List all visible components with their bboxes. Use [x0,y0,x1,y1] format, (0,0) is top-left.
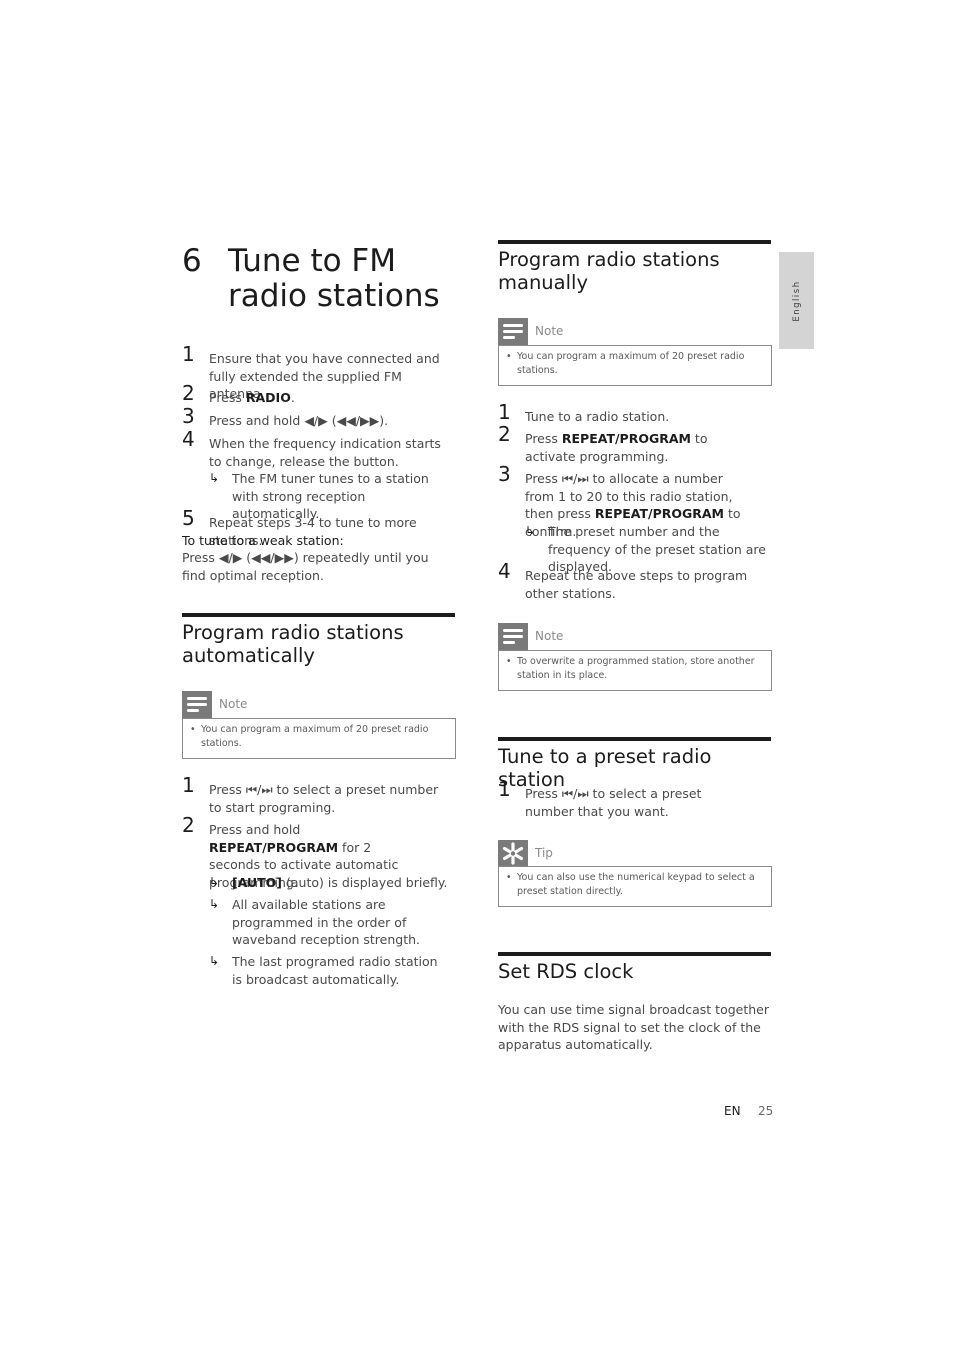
tip-text: You can also use the numerical keypad to… [517,872,755,897]
rds-heading: Set RDS clock [498,960,634,983]
note-text: To overwrite a programmed station, store… [517,656,755,681]
step-number: 4 [182,427,195,451]
step-text-pre: Press [525,431,562,446]
manual-note2-box: • To overwrite a programmed station, sto… [498,650,772,691]
chapter-number: 6 [182,243,202,279]
note-label: Note [219,697,248,711]
section-rule [498,240,771,244]
repeat-program-key: REPEAT/PROGRAM [594,506,724,521]
step-text: Repeat the above steps to program other … [525,568,748,601]
step-number: 1 [498,777,511,801]
step-text: Tune to a radio station. [525,409,670,424]
step-number: 1 [182,773,195,797]
step-number: 1 [498,400,511,424]
auto-display: [AUTO] [232,875,283,890]
result-arrow-icon: ↳ [525,524,536,538]
weak-station-text: Press ◀/▶ (◀◀/▶▶) repeatedly until you f… [182,550,429,583]
step-text-pre: Press and hold [209,822,301,837]
step-number: 1 [182,342,195,366]
rds-text: You can use time signal broadcast togeth… [498,1002,769,1052]
tip-icon [498,840,528,867]
manual-heading: Program radio stations manually [498,248,720,294]
language-tab-label: English [791,279,802,322]
footer-language: EN [724,1104,741,1118]
weak-station-label: To tune to a weak station: [182,533,344,548]
result-arrow-icon: ↳ [209,875,220,889]
tip-label: Tip [535,846,553,860]
result-text: The last programed radio station is broa… [232,954,438,987]
chapter-title: Tune to FM radio stations [228,243,440,314]
bullet-icon: • [190,724,196,735]
step-number: 4 [498,559,511,583]
section-rule [182,613,455,617]
manual-note-box: • You can program a maximum of 20 preset… [498,345,772,386]
section-rule [498,952,771,956]
step-number: 2 [182,813,195,837]
step-number: 3 [498,462,511,486]
result-text: All available stations are programmed in… [232,897,420,947]
result-text: [AUTO] (auto) is displayed briefly. [232,874,457,892]
note-icon [498,623,528,650]
bullet-icon: • [506,351,512,362]
result-arrow-icon: ↳ [209,897,220,911]
note-text: You can program a maximum of 20 preset r… [517,351,745,376]
auto-heading: Program radio stations automatically [182,621,404,667]
page-number: 25 [758,1104,774,1118]
bullet-icon: • [506,872,512,883]
auto-note-header: Note [182,691,455,718]
preset-tip-header: Tip [498,840,771,867]
bullet-icon: • [506,656,512,667]
auto-note-box: • You can program a maximum of 20 preset… [182,718,456,759]
step-text: Press ⏮/⏭ to select a preset number that… [525,786,702,819]
language-tab: English [779,252,814,349]
step-number: 2 [182,381,195,405]
radio-key: RADIO [245,390,291,405]
note-label: Note [535,324,564,338]
step-number: 3 [182,404,195,428]
repeat-program-key: REPEAT/PROGRAM [209,839,339,855]
preset-tip-box: • You can also use the numerical keypad … [498,866,772,907]
manual-note-header: Note [498,318,771,345]
repeat-program-key: REPEAT/PROGRAM [561,431,691,446]
step-text-post: . [290,390,295,405]
step-text: When the frequency indication starts to … [209,436,441,469]
note-label: Note [535,629,564,643]
result-text-rest: (auto) is displayed briefly. [282,875,448,890]
note-icon [498,318,528,345]
step-text: Press ⏮/⏭ to select a preset number to s… [209,782,439,815]
note-icon [182,691,212,718]
step-text: Press and hold ◀/▶ (◀◀/▶▶). [209,413,389,428]
step-text: Press RADIO. [209,389,295,407]
result-arrow-icon: ↳ [209,954,220,968]
step-number: 5 [182,506,195,530]
step-text-pre: Press [209,390,246,405]
section-rule [498,737,771,741]
step-number: 2 [498,422,511,446]
manual-note2-header: Note [498,623,771,650]
step-text: Press REPEAT/PROGRAM to activate program… [525,430,750,465]
note-text: You can program a maximum of 20 preset r… [201,724,429,749]
result-arrow-icon: ↳ [209,471,220,485]
